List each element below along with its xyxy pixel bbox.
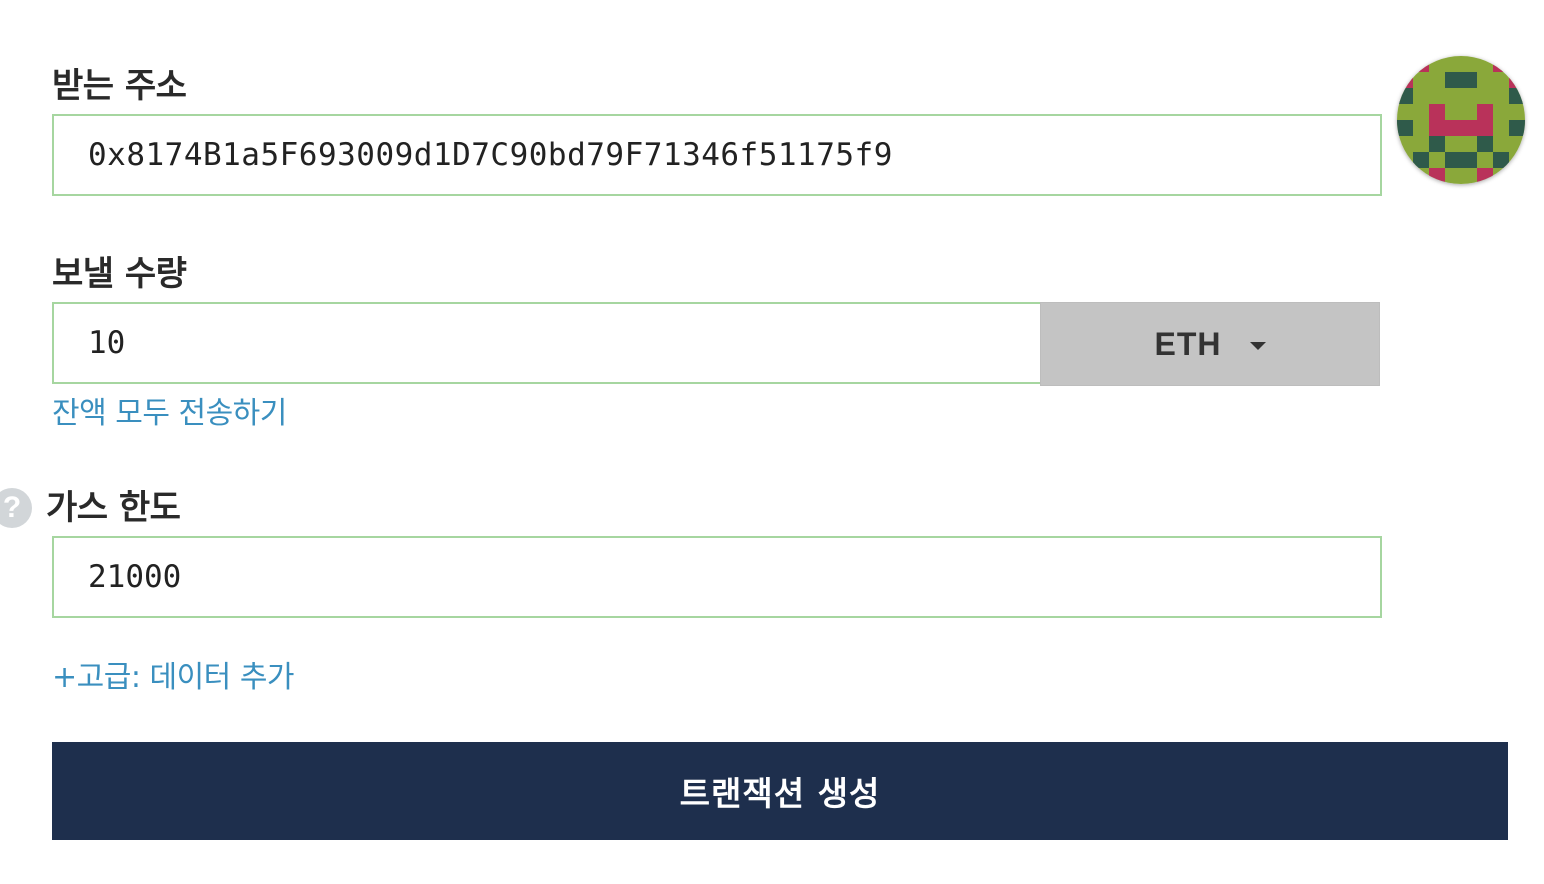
- gas-limit-input[interactable]: 21000: [52, 536, 1382, 618]
- send-entire-balance-link[interactable]: 잔액 모두 전송하기: [52, 388, 287, 432]
- blockie-avatar-icon: [1397, 56, 1525, 184]
- recipient-address-input[interactable]: 0x8174B1a5F693009d1D7C90bd79F71346f51175…: [52, 114, 1382, 196]
- gas-limit-label: 가스 한도: [46, 488, 181, 528]
- generate-transaction-label: 트랜잭션 생성: [679, 774, 881, 813]
- send-transaction-form: 받는 주소 0x8174B1a5F693009d1D7C90bd79F71346…: [0, 0, 1544, 884]
- currency-label: ETH: [1154, 325, 1222, 362]
- question-circle-icon[interactable]: ?: [0, 488, 32, 528]
- generate-transaction-button[interactable]: 트랜잭션 생성: [52, 742, 1508, 840]
- help-glyph: ?: [2, 491, 22, 524]
- currency-dropdown[interactable]: ETH: [1040, 302, 1380, 386]
- advanced-add-data-link[interactable]: +고급: 데이터 추가: [52, 652, 295, 696]
- recipient-address-label: 받는 주소: [52, 66, 187, 106]
- amount-input[interactable]: 10: [52, 302, 1042, 384]
- amount-label: 보낼 수량: [52, 254, 187, 294]
- caret-down-icon: [1249, 342, 1266, 350]
